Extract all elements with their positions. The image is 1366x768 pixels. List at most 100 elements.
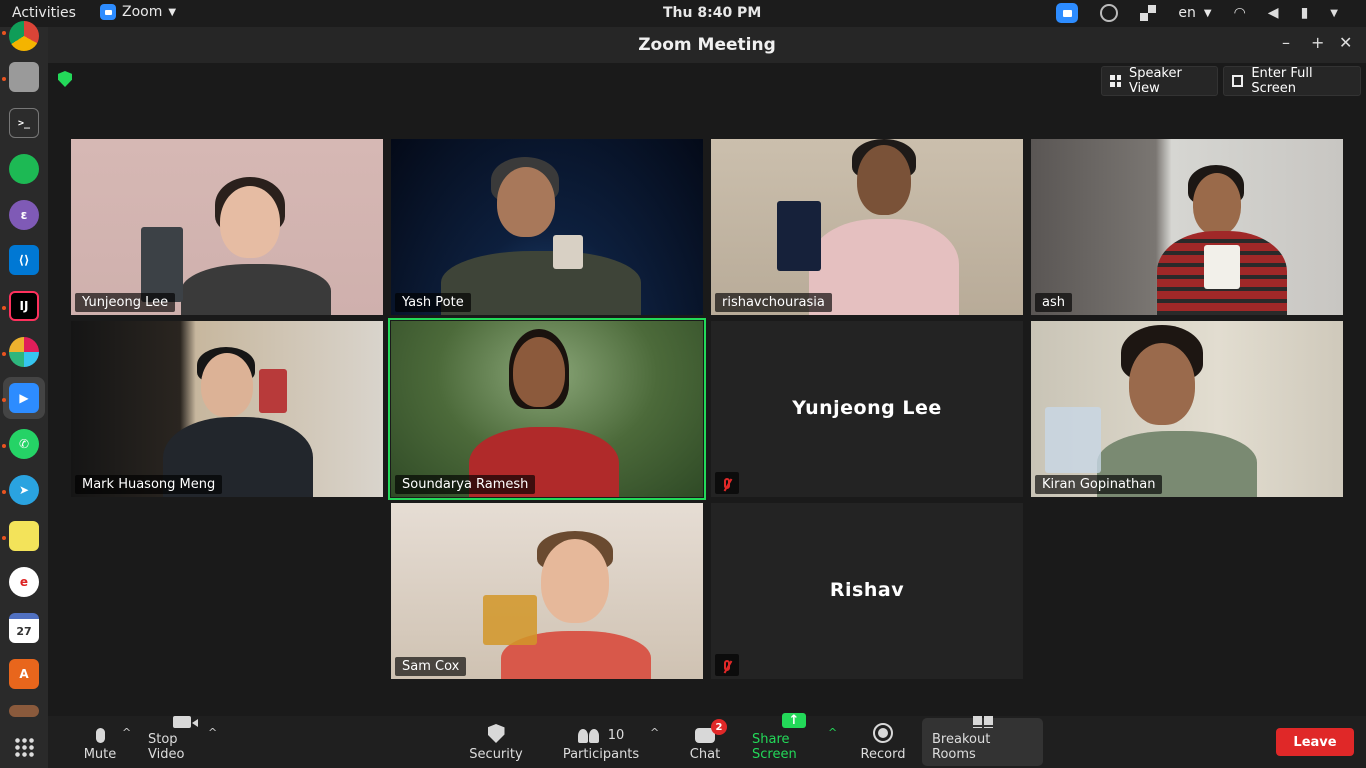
leave-button[interactable]: Leave bbox=[1276, 728, 1354, 756]
participant-face bbox=[857, 145, 911, 215]
video-tile-active-speaker[interactable]: Soundarya Ramesh bbox=[391, 321, 703, 497]
running-indicator bbox=[2, 398, 6, 402]
chrome-icon[interactable] bbox=[9, 21, 39, 51]
zoom-icon[interactable]: ▶ bbox=[9, 383, 39, 413]
share-screen-label: Share Screen bbox=[752, 732, 836, 762]
files-icon[interactable] bbox=[9, 62, 39, 92]
chat-label: Chat bbox=[690, 747, 720, 762]
sticky-notes-icon[interactable] bbox=[9, 521, 39, 551]
maximize-icon[interactable]: + bbox=[1311, 33, 1324, 52]
participant-name: Soundarya Ramesh bbox=[395, 475, 535, 494]
minimize-icon[interactable]: – bbox=[1282, 33, 1290, 52]
chat-bubble-icon: 2 bbox=[695, 728, 715, 743]
speaker-view-button[interactable]: Speaker View bbox=[1101, 66, 1218, 96]
video-tile[interactable]: Sam Cox bbox=[391, 503, 703, 679]
participant-name-large: Yunjeong Lee bbox=[711, 397, 1023, 419]
record-label: Record bbox=[861, 747, 906, 762]
video-tile[interactable]: Kiran Gopinathan bbox=[1031, 321, 1343, 497]
record-icon bbox=[873, 723, 893, 743]
chat-button[interactable]: 2 Chat bbox=[686, 716, 724, 768]
microphone-icon bbox=[96, 728, 105, 743]
speaker-view-label: Speaker View bbox=[1129, 66, 1209, 96]
mute-button[interactable]: Mute bbox=[82, 716, 118, 768]
cup bbox=[141, 227, 183, 302]
system-top-bar: Activities Zoom ▼ Thu 8:40 PM en ▼ ◠ ◀ ▮ … bbox=[0, 0, 1366, 27]
chevron-up-icon[interactable]: ^ bbox=[828, 726, 837, 739]
grid-icon bbox=[1110, 75, 1121, 87]
spotify-icon[interactable] bbox=[9, 154, 39, 184]
zoom-app-icon bbox=[100, 4, 116, 20]
chevron-up-icon[interactable]: ^ bbox=[122, 726, 131, 739]
emacs-icon[interactable]: ε bbox=[9, 200, 39, 230]
video-tile[interactable]: Yash Pote bbox=[391, 139, 703, 315]
wifi-icon[interactable]: ◠ bbox=[1234, 5, 1246, 21]
show-applications-icon[interactable] bbox=[14, 737, 34, 757]
breakout-rooms-button[interactable]: Breakout Rooms bbox=[932, 716, 1034, 768]
participant-face bbox=[497, 167, 555, 237]
unread-badge: 2 bbox=[711, 719, 727, 735]
terminal-icon[interactable]: >_ bbox=[9, 108, 39, 138]
application-dock: >_ ε ⟨⟩ IJ ▶ ✆ ➤ e 27 A bbox=[0, 27, 48, 768]
camera-icon bbox=[173, 716, 191, 728]
app-menu-label: Zoom bbox=[122, 4, 162, 20]
software-center-icon[interactable]: A bbox=[9, 659, 39, 689]
chevron-down-icon: ▼ bbox=[168, 7, 176, 18]
battery-icon[interactable]: ▮ bbox=[1301, 5, 1309, 21]
participant-name: Mark Huasong Meng bbox=[75, 475, 222, 494]
language-selector[interactable]: en ▼ bbox=[1178, 5, 1211, 21]
chevron-up-icon[interactable]: ^ bbox=[650, 726, 659, 739]
expand-icon bbox=[1232, 75, 1243, 87]
video-tile-no-video[interactable]: Yunjeong Lee bbox=[711, 321, 1023, 497]
record-button[interactable]: Record bbox=[860, 716, 906, 768]
chevron-down-icon: ▼ bbox=[1204, 8, 1212, 19]
share-arrow-icon: ↑ bbox=[782, 713, 806, 728]
slack-icon[interactable] bbox=[9, 337, 39, 367]
video-tile[interactable]: Yunjeong Lee bbox=[71, 139, 383, 315]
breakout-rooms-icon bbox=[973, 716, 993, 728]
intellij-icon[interactable]: IJ bbox=[9, 291, 39, 321]
clock[interactable]: Thu 8:40 PM bbox=[663, 5, 761, 21]
security-button[interactable]: Security bbox=[468, 716, 524, 768]
full-screen-label: Enter Full Screen bbox=[1251, 66, 1352, 96]
participant-body bbox=[441, 251, 641, 315]
close-icon[interactable]: ✕ bbox=[1339, 33, 1352, 52]
telegram-icon[interactable]: ➤ bbox=[9, 475, 39, 505]
window-title-bar: Zoom Meeting – + ✕ bbox=[48, 27, 1366, 63]
video-tile[interactable]: rishavchourasia bbox=[711, 139, 1023, 315]
cup bbox=[777, 201, 821, 271]
calendar-icon[interactable]: 27 bbox=[9, 613, 39, 643]
meeting-content: Speaker View Enter Full Screen Yunjeong … bbox=[48, 63, 1366, 716]
stop-video-button[interactable]: Stop Video bbox=[148, 716, 216, 768]
share-screen-button[interactable]: ↑ Share Screen bbox=[752, 716, 836, 768]
video-tile[interactable]: ash bbox=[1031, 139, 1343, 315]
participants-button[interactable]: 10 Participants bbox=[564, 716, 638, 768]
video-tile-no-video[interactable]: Rishav bbox=[711, 503, 1023, 679]
volume-icon[interactable]: ◀ bbox=[1268, 5, 1279, 21]
video-tile[interactable]: Mark Huasong Meng bbox=[71, 321, 383, 497]
meeting-toolbar: Mute ^ Stop Video ^ Security 10 Particip… bbox=[48, 716, 1366, 768]
activities-button[interactable]: Activities bbox=[12, 5, 76, 21]
language-label: en bbox=[1178, 5, 1196, 21]
pdf-reader-icon[interactable]: e bbox=[9, 567, 39, 597]
security-label: Security bbox=[469, 747, 522, 762]
whatsapp-tray-icon[interactable] bbox=[1100, 4, 1118, 22]
participants-label: Participants bbox=[563, 747, 639, 762]
participant-name: Yunjeong Lee bbox=[75, 293, 175, 312]
whatsapp-icon[interactable]: ✆ bbox=[9, 429, 39, 459]
app-menu[interactable]: Zoom ▼ bbox=[100, 4, 176, 20]
vscode-icon[interactable]: ⟨⟩ bbox=[9, 245, 39, 275]
full-screen-button[interactable]: Enter Full Screen bbox=[1223, 66, 1361, 96]
muted-mic-icon bbox=[715, 654, 739, 676]
chevron-down-icon[interactable]: ▼ bbox=[1330, 8, 1338, 19]
folder-icon[interactable] bbox=[9, 705, 39, 717]
chevron-up-icon[interactable]: ^ bbox=[208, 726, 217, 739]
encryption-shield-icon[interactable] bbox=[58, 71, 72, 87]
running-indicator bbox=[2, 306, 6, 310]
slack-tray-icon[interactable] bbox=[1140, 5, 1156, 21]
participant-face bbox=[1129, 343, 1195, 425]
participant-face bbox=[201, 353, 253, 417]
zoom-tray-icon[interactable] bbox=[1056, 3, 1078, 23]
running-indicator bbox=[2, 352, 6, 356]
muted-mic-icon bbox=[715, 472, 739, 494]
system-tray: en ▼ ◠ ◀ ▮ ▼ bbox=[1056, 3, 1338, 23]
